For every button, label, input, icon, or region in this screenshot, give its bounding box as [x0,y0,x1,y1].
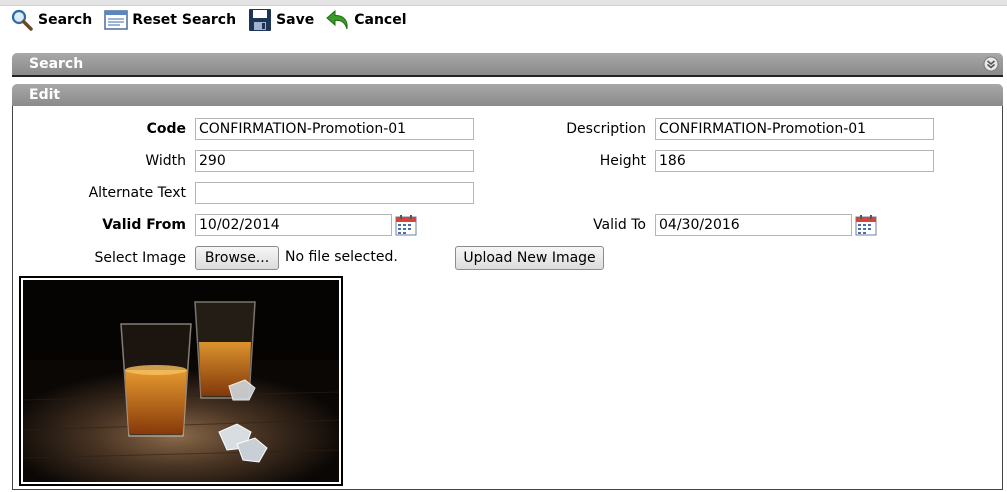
image-preview [19,276,343,486]
code-field[interactable] [195,118,474,140]
height-label: Height [599,153,646,169]
alternate-text-label: Alternate Text [88,185,186,201]
description-label: Description [566,121,646,137]
calendar-icon[interactable] [855,214,877,236]
height-field[interactable] [655,150,934,172]
browse-button[interactable]: Browse... [195,246,279,270]
save-button[interactable]: Save [248,8,314,32]
top-border [0,0,1007,6]
alternate-text-field[interactable] [195,182,474,204]
chevron-down-circle-icon[interactable] [983,56,999,72]
reset-form-icon [104,10,128,30]
cancel-button[interactable]: Cancel [326,8,407,32]
search-panel-title: Search [29,56,84,72]
width-label: Width [145,153,186,169]
whisky-glasses-image [23,280,339,482]
floppy-disk-icon [249,9,272,31]
upload-new-image-button[interactable]: Upload New Image [455,246,604,270]
search-panel-header[interactable]: Search [12,53,1003,77]
width-field[interactable] [195,150,474,172]
valid-to-field[interactable] [655,214,852,236]
save-button-label: Save [276,12,315,28]
code-label: Code [146,121,186,137]
valid-to-label: Valid To [593,217,646,233]
select-image-label: Select Image [94,250,187,266]
search-button[interactable]: Search [10,8,92,32]
cancel-button-label: Cancel [354,12,407,28]
calendar-icon[interactable] [395,214,417,236]
description-field[interactable] [655,118,934,140]
magnifier-icon [11,9,33,31]
toolbar: Search Reset Search Save Cancel [10,8,419,32]
no-file-selected-text: No file selected. [285,249,398,265]
edit-panel-header: Edit [12,84,1003,106]
valid-from-field[interactable] [195,214,392,236]
edit-panel-title: Edit [29,87,61,103]
undo-arrow-icon [326,9,348,30]
valid-from-label: Valid From [102,217,186,233]
search-button-label: Search [38,12,93,28]
reset-search-button[interactable]: Reset Search [104,8,236,32]
reset-search-button-label: Reset Search [132,12,237,28]
